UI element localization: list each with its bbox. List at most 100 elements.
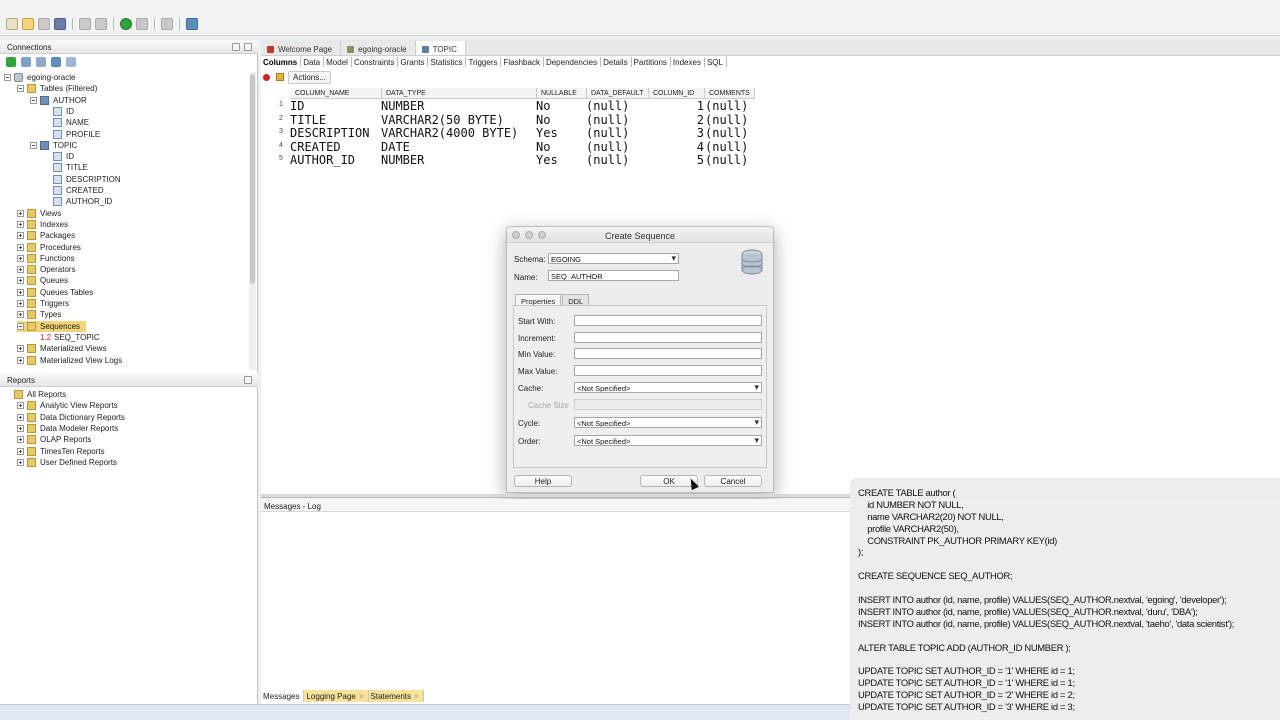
expand-icon[interactable] xyxy=(17,288,24,296)
expand-icon[interactable] xyxy=(17,356,24,364)
table-row[interactable]: 2 TITLE VARCHAR2(50 BYTE) No (null) 2 (null) xyxy=(261,113,761,127)
grid-cell[interactable]: 4 xyxy=(641,140,704,154)
tree-item[interactable]: Operators xyxy=(17,264,76,275)
grid-column-header[interactable]: COMMENTS xyxy=(705,88,755,99)
grid-cell[interactable]: NUMBER xyxy=(381,99,424,113)
table-row[interactable]: 5 AUTHOR_ID NUMBER Yes (null) 5 (null) xyxy=(261,153,761,167)
min-value-input[interactable] xyxy=(574,348,762,359)
grid-cell[interactable]: (null) xyxy=(586,99,629,113)
grid-cell[interactable]: ID xyxy=(290,99,304,113)
sub-tab-partitions[interactable]: Partitions xyxy=(632,57,671,67)
grid-cell[interactable]: Yes xyxy=(536,153,558,167)
edit-icon[interactable] xyxy=(276,73,284,81)
new-file-icon[interactable] xyxy=(6,18,18,30)
tree-item[interactable]: Packages xyxy=(17,230,75,241)
grid-cell[interactable]: DESCRIPTION xyxy=(290,126,369,140)
grid-cell[interactable]: 2 xyxy=(641,113,704,127)
cycle-select[interactable]: <Not Specified> xyxy=(574,417,762,428)
tree-item[interactable]: ID xyxy=(43,151,74,162)
tree-item[interactable]: Materialized View Logs xyxy=(17,355,122,366)
add-connection-icon[interactable] xyxy=(6,57,16,67)
open-folder-icon[interactable] xyxy=(22,18,34,30)
panel-minimize-icon[interactable] xyxy=(244,376,252,384)
start-with-input[interactable] xyxy=(574,315,762,326)
cache-select[interactable]: <Not Specified> xyxy=(574,382,762,393)
tree-item[interactable]: AUTHOR xyxy=(30,95,87,106)
expand-icon[interactable] xyxy=(17,220,24,228)
tree-item[interactable]: User Defined Reports xyxy=(17,457,117,468)
sub-tab-details[interactable]: Details xyxy=(601,57,632,67)
save-icon[interactable] xyxy=(38,18,50,30)
schema-select[interactable]: EGOING xyxy=(548,253,679,264)
table-row[interactable]: 3 DESCRIPTION VARCHAR2(4000 BYTE) Yes (null)… xyxy=(261,126,761,140)
collapse-icon[interactable] xyxy=(30,96,37,104)
tree-item[interactable]: Triggers xyxy=(17,298,69,309)
grid-cell[interactable]: 1 xyxy=(641,99,704,113)
refresh-icon[interactable] xyxy=(21,57,31,67)
tree-item[interactable]: Analytic View Reports xyxy=(17,400,118,411)
close-tab-icon[interactable]: × xyxy=(414,692,419,701)
collapse-all-icon[interactable] xyxy=(66,57,76,67)
table-row[interactable]: 1 ID NUMBER No (null) 1 (null) xyxy=(261,99,761,113)
tree-item[interactable]: Procedures xyxy=(17,242,81,253)
log-tab[interactable]: Messages xyxy=(261,690,305,702)
grid-column-header[interactable]: COLUMN_ID xyxy=(649,88,705,99)
doc-tab[interactable]: egoing-oracle xyxy=(341,41,416,55)
tree-item[interactable]: ID xyxy=(43,106,74,117)
tree-item[interactable]: Indexes xyxy=(17,219,68,230)
collapse-icon[interactable] xyxy=(17,85,24,93)
tree-item[interactable]: 1.2 SEQ_TOPIC xyxy=(30,332,100,343)
expand-icon[interactable] xyxy=(17,266,24,274)
expand-icon[interactable] xyxy=(17,424,24,432)
sub-tab-dependencies[interactable]: Dependencies xyxy=(544,57,602,67)
sub-tab-data[interactable]: Data xyxy=(301,57,325,67)
expand-icon[interactable] xyxy=(17,232,24,240)
max-value-input[interactable] xyxy=(574,365,762,376)
increment-input[interactable] xyxy=(574,332,762,343)
name-input[interactable]: SEQ_AUTHOR xyxy=(548,270,679,281)
grid-cell[interactable]: (null) xyxy=(705,126,748,140)
cancel-button[interactable]: Cancel xyxy=(704,475,762,487)
grid-cell[interactable]: NUMBER xyxy=(381,153,424,167)
grid-cell[interactable]: No xyxy=(536,140,550,154)
collapse-icon[interactable] xyxy=(30,141,37,149)
grid-cell[interactable]: (null) xyxy=(705,99,748,113)
grid-cell[interactable]: 3 xyxy=(641,126,704,140)
tree-item[interactable]: NAME xyxy=(43,117,89,128)
tree-item[interactable]: PROFILE xyxy=(43,129,100,140)
tree-item[interactable]: DESCRIPTION xyxy=(43,174,121,185)
doc-tab[interactable]: TOPIC xyxy=(415,41,466,55)
expand-icon[interactable] xyxy=(17,311,24,319)
help-button[interactable]: Help xyxy=(514,475,572,487)
sub-tab-constraints[interactable]: Constraints xyxy=(352,57,399,67)
tree-item[interactable]: Sequences xyxy=(17,320,87,332)
expand-icon[interactable] xyxy=(17,413,24,421)
expand-icon[interactable] xyxy=(17,402,24,410)
run-icon[interactable] xyxy=(120,18,132,30)
grid-cell[interactable]: VARCHAR2(50 BYTE) xyxy=(381,113,504,127)
sub-tab-indexes[interactable]: Indexes xyxy=(671,57,705,67)
schema-browser-icon[interactable] xyxy=(51,57,61,67)
redo-icon[interactable] xyxy=(95,18,107,30)
grid-cell[interactable]: DATE xyxy=(381,140,410,154)
grid-cell[interactable]: 5 xyxy=(641,153,704,167)
expand-icon[interactable] xyxy=(17,436,24,444)
grid-cell[interactable]: (null) xyxy=(705,153,748,167)
sub-tab-statistics[interactable]: Statistics xyxy=(428,57,467,67)
collapse-icon[interactable] xyxy=(4,74,11,81)
filter-icon[interactable] xyxy=(36,57,46,67)
tree-item[interactable]: Data Dictionary Reports xyxy=(17,412,125,423)
freeze-view-icon[interactable] xyxy=(263,73,270,81)
grid-cell[interactable]: CREATED xyxy=(290,140,341,154)
sub-tab-model[interactable]: Model xyxy=(324,57,352,67)
grid-column-header[interactable]: NULLABLE xyxy=(537,88,587,99)
grid-cell[interactable]: Yes xyxy=(536,126,558,140)
grid-cell[interactable]: (null) xyxy=(586,140,629,154)
panel-restore-icon[interactable] xyxy=(232,43,240,51)
sub-tab-sql[interactable]: SQL xyxy=(705,57,727,67)
sub-tab-triggers[interactable]: Triggers xyxy=(466,57,502,67)
grid-cell[interactable]: (null) xyxy=(586,126,629,140)
log-tab[interactable]: Logging Page × xyxy=(304,690,369,702)
order-select[interactable]: <Not Specified> xyxy=(574,435,762,446)
tree-item[interactable]: Views xyxy=(17,208,61,219)
